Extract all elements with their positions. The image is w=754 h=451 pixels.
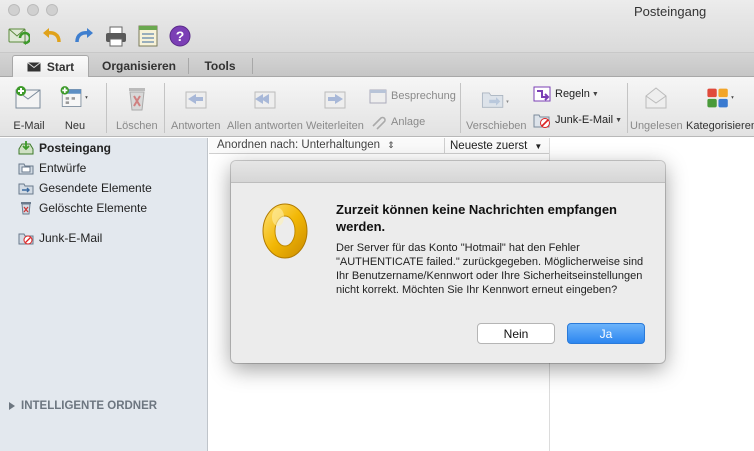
reply-label: Antworten [171, 120, 221, 132]
unread-icon [639, 81, 673, 115]
tab-label: Tools [204, 59, 236, 73]
reply-all-icon [248, 81, 282, 115]
move-button[interactable]: Verschieben [466, 81, 527, 132]
outlook-icon [259, 201, 315, 261]
stepper-arrows-icon: ⇕ [387, 140, 395, 150]
ribbon-tab-bar: Start Organisieren Tools [0, 53, 754, 77]
folder-junk[interactable]: Junk-E-Mail [18, 231, 102, 245]
folder-sidebar: Posteingang Entwürfe Gesendete Elemente … [0, 138, 208, 451]
close-window-button[interactable] [8, 4, 20, 16]
new-item-button[interactable]: Neu [58, 81, 92, 132]
attachment-label: Anlage [391, 116, 426, 128]
categorize-button[interactable]: Kategorisieren [686, 81, 754, 132]
print-icon[interactable] [104, 24, 128, 48]
rules-button[interactable]: Regeln ▼ [533, 85, 599, 103]
forward-button[interactable]: Weiterleiten [306, 81, 364, 132]
error-dialog: Zurzeit können keine Nachrichten empfang… [231, 161, 665, 363]
window-title: Posteingang [634, 4, 707, 19]
smart-folders-header[interactable]: INTELLIGENTE ORDNER [8, 400, 157, 412]
disclosure-triangle-icon [9, 402, 15, 410]
folder-label: Gelöschte Elemente [39, 201, 148, 215]
folder-label: Junk-E-Mail [39, 231, 103, 245]
reply-all-label: Allen antworten [227, 120, 303, 132]
folder-drafts[interactable]: Entwürfe [18, 161, 86, 175]
help-icon[interactable]: ? [168, 24, 192, 48]
tab-organisieren[interactable]: Organisieren [90, 55, 189, 77]
folder-label: Entwürfe [39, 161, 87, 175]
dialog-message: Der Server für das Konto "Hotmail" hat d… [336, 242, 644, 296]
new-label: Neu [64, 120, 86, 132]
tab-label: Organisieren [101, 59, 177, 73]
meeting-icon [369, 87, 387, 105]
calendar-icon[interactable] [136, 24, 160, 48]
junk-icon [533, 111, 551, 129]
folder-inbox[interactable]: Posteingang [18, 141, 111, 155]
categorize-label: Kategorisieren [686, 120, 754, 132]
categories-icon [704, 81, 738, 115]
arrange-by-label: Anordnen nach: Unterhaltungen [217, 139, 381, 151]
minimize-window-button[interactable] [27, 4, 39, 16]
forward-icon [318, 81, 352, 115]
dialog-title: Zurzeit können keine Nachrichten empfang… [336, 202, 617, 234]
meeting-button[interactable]: Besprechung [369, 87, 456, 105]
junk-button[interactable]: Junk-E-Mail ▼ [533, 111, 622, 129]
tab-start[interactable]: Start [12, 55, 89, 77]
reply-button[interactable]: Antworten [171, 81, 221, 132]
inbox-icon [18, 141, 34, 155]
sent-icon [18, 181, 34, 195]
undo-icon[interactable] [40, 24, 64, 48]
redo-icon[interactable] [72, 24, 96, 48]
trash-icon [18, 201, 34, 215]
new-email-icon [12, 81, 46, 115]
paperclip-icon [369, 113, 387, 131]
dialog-sheet-top [231, 161, 665, 183]
email-label: E-Mail [13, 120, 45, 132]
folder-sent[interactable]: Gesendete Elemente [18, 181, 152, 195]
forward-label: Weiterleiten [306, 120, 364, 132]
no-button[interactable]: Nein [477, 323, 555, 344]
drafts-icon [18, 161, 34, 175]
mark-unread-button[interactable]: Ungelesen [630, 81, 683, 132]
yes-button[interactable]: Ja [567, 323, 645, 344]
new-email-button[interactable]: E-Mail [12, 81, 46, 132]
delete-label: Löschen [116, 120, 158, 132]
send-receive-icon[interactable] [6, 24, 30, 48]
sort-order-label: Neueste zuerst [450, 140, 528, 152]
move-label: Verschieben [466, 120, 527, 132]
folder-label: Posteingang [39, 141, 112, 155]
tab-tools[interactable]: Tools [188, 55, 253, 77]
title-bar: Posteingang ? [0, 0, 754, 53]
attachment-button[interactable]: Anlage [369, 113, 425, 131]
junk-icon [18, 231, 34, 245]
meeting-label: Besprechung [391, 90, 456, 102]
move-folder-icon [479, 81, 513, 115]
unread-label: Ungelesen [630, 120, 683, 132]
rules-icon [533, 85, 551, 103]
rules-label: Regeln [555, 88, 590, 100]
folder-label: Gesendete Elemente [39, 181, 152, 195]
reply-icon [179, 81, 213, 115]
folder-deleted[interactable]: Gelöschte Elemente [18, 201, 147, 215]
smart-folders-label: INTELLIGENTE ORDNER [21, 400, 158, 412]
chevron-down-icon: ▼ [534, 141, 543, 151]
ribbon: E-Mail Neu Löschen Antworten Allen antwo… [0, 77, 754, 137]
svg-text:?: ? [176, 28, 185, 44]
envelope-icon [27, 61, 41, 71]
message-list-header: Anordnen nach: Unterhaltungen ⇕ Neueste … [209, 138, 550, 154]
junk-label: Junk-E-Mail [555, 114, 614, 126]
tab-label: Start [46, 59, 75, 74]
trash-icon [120, 81, 154, 115]
zoom-window-button[interactable] [46, 4, 58, 16]
new-item-icon [58, 81, 92, 115]
sort-order-dropdown[interactable]: Neueste zuerst ▼ [444, 138, 550, 154]
reply-all-button[interactable]: Allen antworten [227, 81, 303, 132]
arrange-by-dropdown[interactable]: Anordnen nach: Unterhaltungen ⇕ [217, 139, 395, 151]
delete-button[interactable]: Löschen [116, 81, 158, 132]
